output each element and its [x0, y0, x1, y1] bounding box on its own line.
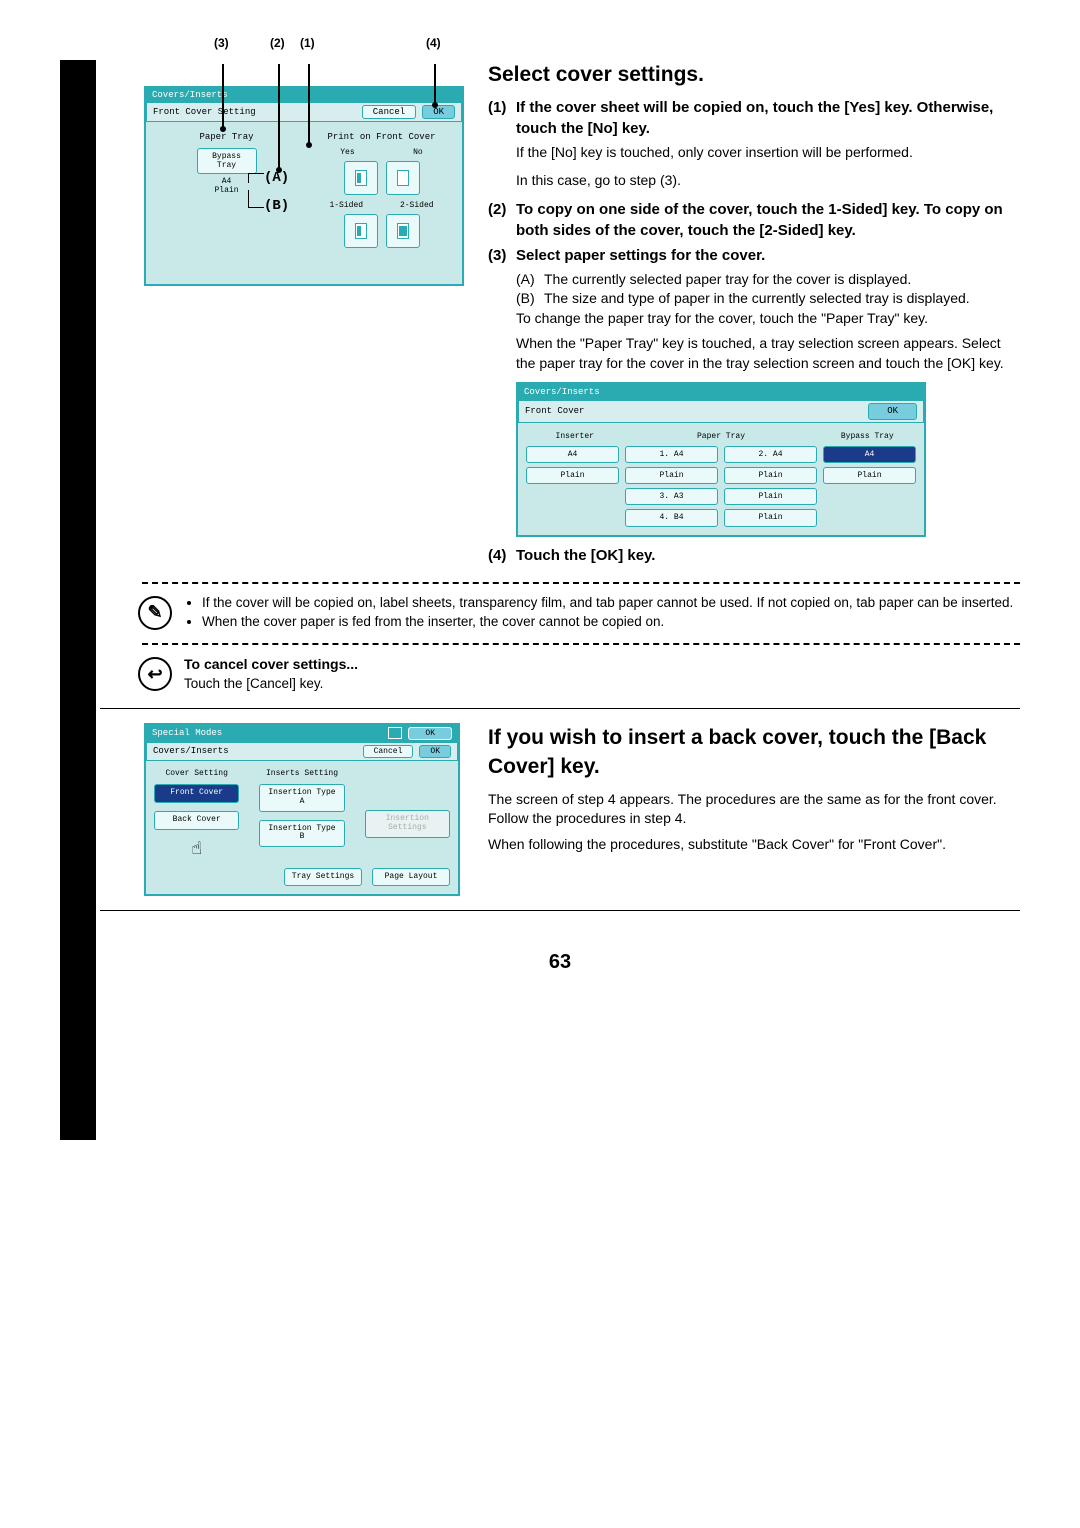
- letter: (A): [516, 270, 544, 290]
- paragraph: When following the procedures, substitut…: [488, 835, 1020, 855]
- page-blank-icon: [397, 170, 409, 186]
- col-inserter: Inserter: [526, 431, 624, 442]
- screen-subtitle: Covers/Inserts: [153, 746, 229, 756]
- item-num: (1): [488, 97, 516, 139]
- two-sided-label: 2-Sided: [400, 201, 434, 210]
- insertion-type-a-button[interactable]: Insertion Type A: [259, 784, 344, 812]
- tray2-type: Plain: [724, 467, 817, 484]
- paragraph: The screen of step 4 appears. The proced…: [488, 790, 1020, 829]
- callout-A: (A): [264, 170, 289, 186]
- paragraph: To change the paper tray for the cover, …: [516, 309, 1020, 329]
- cancel-text: Touch the [Cancel] key.: [184, 675, 358, 694]
- step-number: 5: [107, 793, 124, 827]
- note-cancel: ↩ To cancel cover settings... Touch the …: [138, 655, 1020, 693]
- step-number: 4: [107, 298, 124, 332]
- two-sided-icon: [397, 223, 409, 239]
- col-paper-tray: Paper Tray: [624, 431, 819, 442]
- hand-pointer-icon: ☝: [154, 838, 239, 860]
- book-icon: [388, 727, 402, 739]
- item-text: To copy on one side of the cover, touch …: [516, 199, 1020, 241]
- chapter-sidebar: [60, 60, 96, 1140]
- one-sided-label: 1-Sided: [329, 201, 363, 210]
- cancel-title: To cancel cover settings...: [184, 655, 358, 675]
- note-info: ✎ If the cover will be copied on, label …: [138, 594, 1020, 632]
- cancel-button[interactable]: Cancel: [362, 105, 416, 119]
- paper-tray-header: Paper Tray: [156, 132, 297, 142]
- ok-button[interactable]: OK: [422, 105, 455, 119]
- tray2[interactable]: 2. A4: [724, 446, 817, 463]
- ok-button[interactable]: OK: [408, 727, 452, 740]
- callout-3: (3): [214, 36, 229, 50]
- callout-2: (2): [270, 36, 285, 50]
- tray3-type: Plain: [724, 488, 817, 505]
- bypass-tray-button[interactable]: Bypass Tray: [197, 148, 257, 174]
- item-text: Select paper settings for the cover.: [516, 245, 765, 266]
- inserter-plain[interactable]: Plain: [526, 467, 619, 484]
- paragraph: When the "Paper Tray" key is touched, a …: [516, 334, 1020, 373]
- item-sub: In this case, go to step (3).: [516, 171, 1020, 191]
- cancel-button[interactable]: Cancel: [363, 745, 414, 758]
- insertion-type-b-button[interactable]: Insertion Type B: [259, 820, 344, 848]
- tray-settings-button[interactable]: Tray Settings: [284, 868, 362, 887]
- return-icon: ↩: [138, 657, 172, 691]
- item-num: (4): [488, 545, 516, 566]
- tray-type: Plain: [156, 186, 297, 195]
- item-text: If the cover sheet will be copied on, to…: [516, 97, 1020, 139]
- screen-title: Covers/Inserts: [518, 384, 924, 401]
- tray3[interactable]: 3. A3: [625, 488, 718, 505]
- item-num: (2): [488, 199, 516, 241]
- ok-button[interactable]: OK: [419, 745, 451, 758]
- divider: [142, 582, 1020, 584]
- covers-inserts-screen: Special Modes OK Covers/Inserts Cancel O…: [144, 723, 460, 896]
- col-bypass: Bypass Tray: [819, 431, 917, 442]
- two-sided-button[interactable]: [386, 214, 420, 248]
- no-button[interactable]: [386, 161, 420, 195]
- ok-button[interactable]: OK: [868, 403, 917, 420]
- callout-B: (B): [264, 198, 289, 214]
- screen-subtitle: Front Cover Setting: [153, 107, 256, 117]
- callout-4: (4): [426, 36, 441, 50]
- no-label: No: [413, 148, 423, 157]
- tray1[interactable]: 1. A4: [625, 446, 718, 463]
- pencil-icon: ✎: [138, 596, 172, 630]
- page-print-icon: [355, 170, 367, 186]
- tray1-type: Plain: [625, 467, 718, 484]
- letter-text: The size and type of paper in the curren…: [544, 289, 970, 309]
- step-4: 4 (3) (2) (1) (4): [100, 60, 1020, 570]
- page-layout-button[interactable]: Page Layout: [372, 868, 450, 887]
- special-modes-label: Special Modes: [152, 728, 222, 738]
- inserts-setting-header: Inserts Setting: [259, 769, 344, 778]
- one-sided-icon: [355, 223, 367, 239]
- tray4-type: Plain: [724, 509, 817, 526]
- print-on-cover-header: Print on Front Cover: [311, 132, 452, 142]
- cover-setting-header: Cover Setting: [154, 769, 239, 778]
- one-sided-button[interactable]: [344, 214, 378, 248]
- tray4[interactable]: 4. B4: [625, 509, 718, 526]
- bypass-a4[interactable]: A4: [823, 446, 916, 463]
- letter: (B): [516, 289, 544, 309]
- letter-text: The currently selected paper tray for th…: [544, 270, 911, 290]
- screen-title: Covers/Inserts: [146, 88, 462, 102]
- yes-label: Yes: [340, 148, 354, 157]
- yes-button[interactable]: [344, 161, 378, 195]
- divider: [142, 643, 1020, 645]
- step-title: If you wish to insert a back cover, touc…: [488, 723, 1020, 782]
- note-bullet: If the cover will be copied on, label sh…: [202, 594, 1013, 613]
- bypass-type: Plain: [823, 467, 916, 484]
- front-cover-setting-screen: Covers/Inserts Front Cover Setting Cance…: [144, 86, 464, 286]
- insertion-settings-button: Insertion Settings: [365, 810, 450, 838]
- callout-1: (1): [300, 36, 315, 50]
- back-cover-button[interactable]: Back Cover: [154, 811, 239, 830]
- note-bullet: When the cover paper is fed from the ins…: [202, 613, 1013, 632]
- item-num: (3): [488, 245, 516, 266]
- tray-selection-screen: Covers/Inserts Front Cover OK Inserter P…: [516, 382, 926, 537]
- page-number: 63: [100, 951, 1020, 974]
- item-text: Touch the [OK] key.: [516, 545, 655, 566]
- front-cover-button[interactable]: Front Cover: [154, 784, 239, 803]
- step-title: Select cover settings.: [488, 60, 1020, 89]
- step-5: 5 Special Modes OK Covers/Inserts: [100, 709, 1020, 896]
- screen-subtitle: Front Cover: [525, 405, 584, 418]
- inserter-a4[interactable]: A4: [526, 446, 619, 463]
- item-sub: If the [No] key is touched, only cover i…: [516, 143, 1020, 163]
